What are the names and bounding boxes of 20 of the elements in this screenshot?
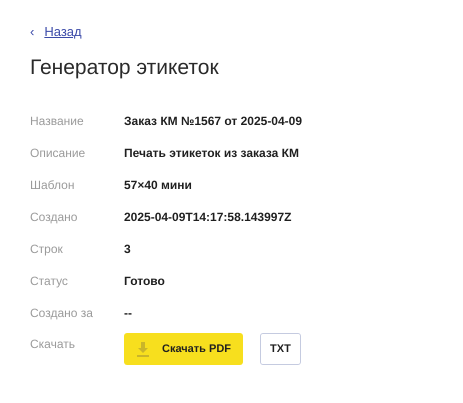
field-label: Название <box>30 113 85 130</box>
download-icon <box>136 341 150 357</box>
field-label: Описание <box>30 145 86 162</box>
field-value: -- <box>124 305 132 322</box>
field-value: Печать этикеток из заказа КМ <box>124 145 299 162</box>
back-link[interactable]: ‹ Назад <box>30 22 82 42</box>
field-value: 57×40 мини <box>124 177 192 194</box>
field-value: Заказ КМ №1567 от 2025-04-09 <box>124 113 302 130</box>
field-label: Строк <box>30 241 64 258</box>
download-txt-button[interactable]: TXT <box>260 333 301 365</box>
field-label: Создано за <box>30 305 94 322</box>
field-label: Создано <box>30 209 78 226</box>
field-label: Статус <box>30 273 69 290</box>
page-title: Генератор этикеток <box>30 54 220 80</box>
field-label: Скачать <box>30 336 76 353</box>
field-label: Шаблон <box>30 177 76 194</box>
download-pdf-button[interactable]: Скачать PDF <box>124 333 244 365</box>
field-value: 2025-04-09T14:17:58.143997Z <box>124 209 292 226</box>
field-value: 3 <box>124 241 131 258</box>
field-value: Готово <box>124 273 165 290</box>
